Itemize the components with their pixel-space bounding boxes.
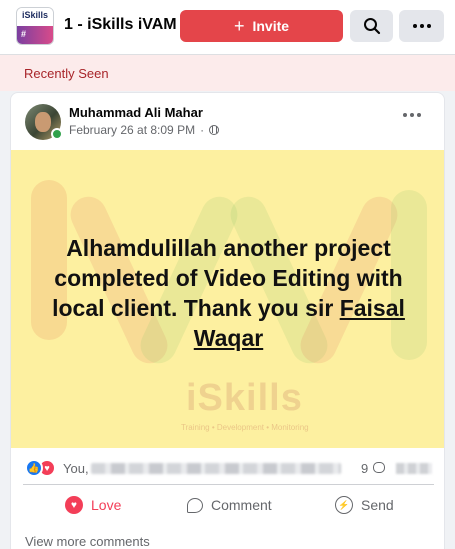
post-author[interactable]: Muhammad Ali Mahar [69,105,203,120]
comment-icon [187,497,203,513]
post-text-background: iSkills Training • Development • Monitor… [11,150,444,448]
redacted-share-count [396,463,432,474]
comment-label: Comment [211,497,272,513]
meta-separator: · [200,123,205,137]
more-icon [403,113,421,117]
group-header: iSkills # 1 - iSkills iVAM + Invite [0,0,455,55]
post-actions: ♥ Love Comment ⚡ Send [11,485,444,525]
love-label: Love [91,497,122,513]
globe-icon [209,125,220,135]
send-button[interactable]: ⚡ Send [335,489,394,521]
heart-icon: ♥ [65,496,83,514]
love-button[interactable]: ♥ Love [65,489,121,521]
comment-count[interactable]: 9 [361,461,368,476]
more-options-button[interactable] [399,10,444,42]
recently-seen-bar: Recently Seen [0,55,455,91]
logo-bottom-text: # [21,29,27,39]
view-more-comments-link[interactable]: View more comments [25,534,150,549]
post-card: Muhammad Ali Mahar February 26 at 8:09 P… [10,92,445,549]
redacted-names [91,463,341,474]
watermark-tagline: Training • Development • Monitoring [181,423,309,432]
search-icon [363,18,380,35]
post-options-button[interactable] [403,113,421,117]
group-title[interactable]: 1 - iSkills iVAM [64,16,177,34]
more-icon [412,24,431,28]
recently-seen-label: Recently Seen [24,66,109,81]
like-reaction-icon: 👍 [25,459,43,477]
reaction-names: You, [63,461,89,476]
invite-label: Invite [252,18,290,34]
post-meta: February 26 at 8:09 PM · [69,123,220,137]
send-label: Send [361,497,394,513]
post-timestamp[interactable]: February 26 at 8:09 PM [69,123,195,137]
watermark-brand: iSkills [186,377,303,419]
comment-count-icon [373,462,385,473]
reactions-summary[interactable]: 👍 ♥ You, 9 [11,453,444,483]
logo-top-text: iSkills [22,10,49,20]
post-text: Alhamdulillah another project completed … [31,233,426,353]
messenger-icon: ⚡ [335,496,353,514]
comment-button[interactable]: Comment [187,489,272,521]
plus-icon: + [233,16,245,36]
online-status-dot [51,128,63,140]
invite-button[interactable]: + Invite [180,10,343,42]
search-button[interactable] [350,10,393,42]
group-logo[interactable]: iSkills # [16,7,54,45]
